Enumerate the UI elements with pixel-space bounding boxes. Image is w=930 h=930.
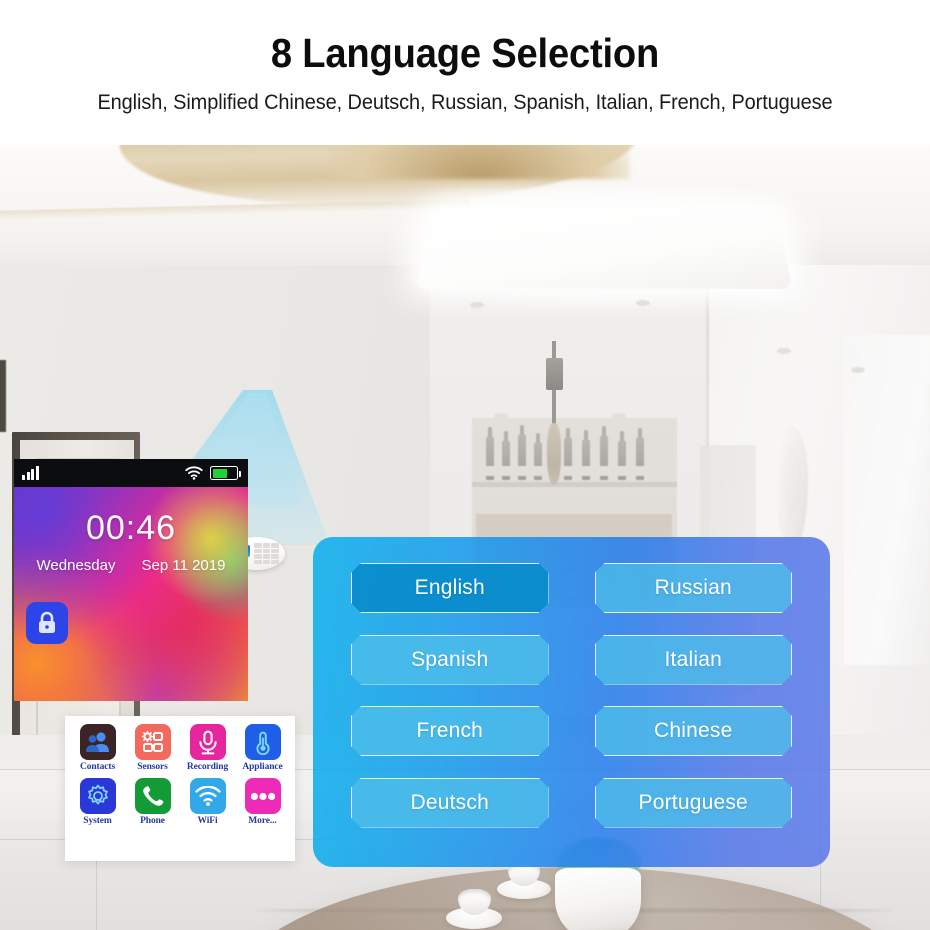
bottle [534,433,542,480]
app-label: Phone [140,816,165,826]
decor-sculpture-highlight [782,445,800,515]
pendant-light-box [546,358,563,390]
language-label: Italian [664,647,722,671]
thermometer-icon [255,731,270,755]
gear-icon [87,784,108,805]
language-button-russian[interactable]: Russian [595,563,793,613]
app-label: Recording [186,762,229,772]
contacts-icon [85,732,109,752]
device-date: Sep 11 2019 [141,557,226,574]
device-wallpaper: 00:46 Wednesday Sep 11 2019 [14,487,248,701]
sensors-icon [141,730,163,752]
app-row: Contacts Sensors Recording Appliance [71,724,289,772]
language-button-portuguese[interactable]: Portuguese [595,778,793,828]
app-recording[interactable]: Recording [181,724,234,772]
battery-icon [210,466,241,480]
app-system[interactable]: System [71,778,124,826]
ceiling-spot-light [636,300,650,306]
planter-pot [555,868,641,930]
room-photo: Designing A Way Of The Future [0,145,930,930]
language-label: Deutsch [410,790,489,814]
language-label: Russian [654,576,732,599]
ceiling-light-panel [415,208,793,289]
ceiling-spot-light [470,302,484,308]
status-bar-right-icons [185,466,241,480]
app-label: Appliance [242,762,283,772]
bottle [564,428,572,480]
bottle [600,426,608,480]
ceiling-gold-glow [330,145,630,179]
bar-shelf [472,482,677,487]
ceiling-spot-light [777,348,791,354]
lock-icon [39,611,55,633]
sensors-icon-tile [134,724,171,760]
app-phone[interactable]: Phone [126,778,179,826]
page-subtitle: English, Simplified Chinese, Deutsch, Ru… [97,91,833,114]
bottle [618,431,626,480]
language-label: French [416,719,484,742]
ceiling-spot-light [851,367,865,373]
language-button-chinese[interactable]: Chinese [595,706,793,756]
keypad-keys[interactable] [254,543,279,564]
language-label: Chinese [654,719,733,742]
battery-fill [212,468,227,478]
ellipsis-icon [250,792,275,800]
bottle [636,428,644,480]
app-contacts[interactable]: Contacts [71,724,124,772]
appliance-icon-tile [244,724,281,760]
language-button-english[interactable]: English [351,563,549,613]
page-title: 8 Language Selection [270,30,660,76]
language-label: Spanish [411,647,489,671]
language-label: English [414,576,485,599]
app-sensors[interactable]: Sensors [126,724,179,772]
bottle [486,427,494,480]
wifi-icon-tile [189,778,226,814]
language-button-italian[interactable]: Italian [595,635,793,685]
more-icon-tile [244,778,281,814]
app-label: Contacts [79,762,116,772]
device-weekday: Wednesday [36,557,116,574]
page-root: 8 Language Selection English, Simplified… [0,0,930,930]
doorway-right [844,335,930,665]
wall-art-left [0,360,6,432]
app-appliance[interactable]: Appliance [236,724,289,772]
microphone-icon [198,730,217,754]
app-label: WiFi [197,816,218,826]
header-banner: 8 Language Selection English, Simplified… [0,0,930,145]
phone-icon [142,786,163,806]
signal-bars-icon [22,466,39,480]
app-row: System Phone WiFi More... [71,778,289,826]
wifi-icon [194,785,221,806]
language-selection-panel[interactable]: English Russian Spanish Italian French C… [313,537,830,867]
lock-app-tile[interactable] [26,602,68,644]
app-more[interactable]: More... [236,778,289,826]
wifi-icon [185,466,203,480]
pendant-light-shade [547,423,561,485]
language-button-spanish[interactable]: Spanish [351,635,549,685]
language-label: Portuguese [638,790,748,814]
bottle [518,425,526,480]
device-clock: 00:46 [85,509,177,547]
language-button-french[interactable]: French [351,706,549,756]
app-label: Sensors [137,762,168,772]
recording-icon-tile [189,724,226,760]
device-date-row: Wednesday Sep 11 2019 [14,557,248,574]
language-button-deutsch[interactable]: Deutsch [351,778,549,828]
system-icon-tile [79,778,116,814]
phone-icon-tile [134,778,171,814]
contacts-icon-tile [79,724,116,760]
bottle [582,430,590,480]
app-label: More... [248,816,277,826]
app-wifi[interactable]: WiFi [181,778,234,826]
app-label: System [83,816,112,826]
intercom-device-screen[interactable]: 00:46 Wednesday Sep 11 2019 [0,459,248,701]
bottle [502,431,510,480]
device-app-grid[interactable]: Contacts Sensors Recording Appliance Sys… [65,716,295,861]
device-status-bar [14,459,248,487]
